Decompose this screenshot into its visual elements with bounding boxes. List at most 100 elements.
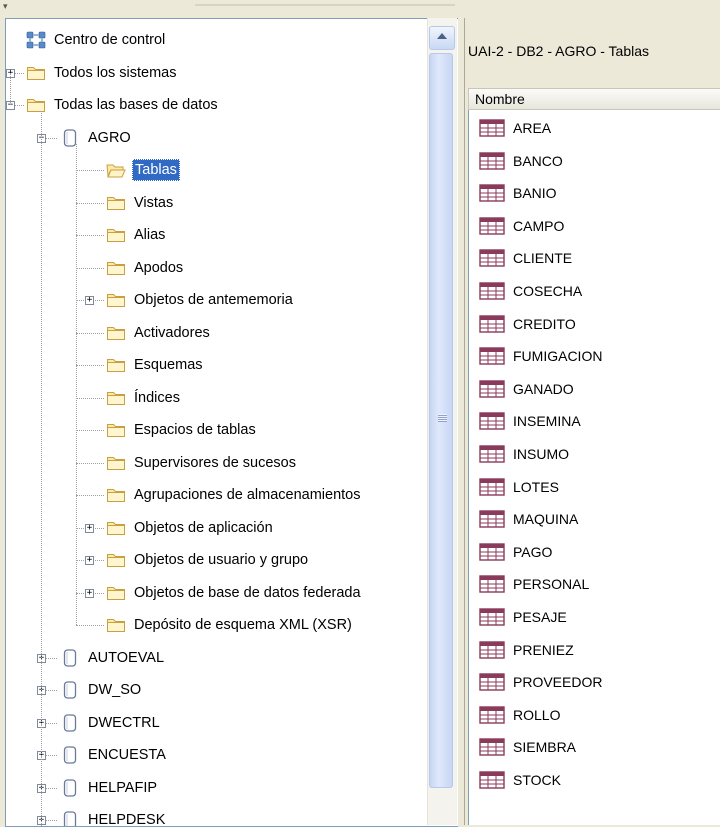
table-row[interactable]: INSUMO xyxy=(479,438,569,470)
expand-icon[interactable]: + xyxy=(85,588,94,598)
tree-node[interactable]: Tablas xyxy=(106,154,180,186)
tree-node[interactable]: Agrupaciones de almacenamientos xyxy=(106,479,363,511)
tree-node[interactable]: Todos los sistemas xyxy=(26,57,179,89)
table-row[interactable]: SIEMBRA xyxy=(479,731,576,763)
table-row[interactable]: PROVEEDOR xyxy=(479,666,602,698)
table-row[interactable]: BANIO xyxy=(479,177,557,209)
tree-node[interactable]: AUTOEVAL xyxy=(60,642,166,674)
database-icon xyxy=(60,681,86,699)
table-row[interactable]: PAGO xyxy=(479,536,552,568)
tree-node[interactable]: Depósito de esquema XML (XSR) xyxy=(106,609,354,641)
tree-scrollbar[interactable] xyxy=(427,18,457,825)
table-name: PAGO xyxy=(513,543,553,560)
tree-node[interactable]: Objetos de base de datos federada xyxy=(106,577,363,609)
tree-node[interactable]: Apodos xyxy=(106,252,185,284)
tree-node[interactable]: HELPAFIP xyxy=(60,772,159,804)
corner-mark: ▾ xyxy=(3,1,8,11)
table-row[interactable]: LOTES xyxy=(479,471,559,503)
top-divider xyxy=(195,4,455,6)
tree-node[interactable]: Supervisores de sucesos xyxy=(106,447,298,479)
table-row[interactable]: ROLLO xyxy=(479,699,560,731)
table-row[interactable]: PERSONAL xyxy=(479,568,589,600)
table-name: MAQUINA xyxy=(513,511,579,528)
expand-icon[interactable]: + xyxy=(85,523,94,533)
tree-node[interactable]: Centro de control xyxy=(26,24,167,56)
table-name: BANCO xyxy=(513,152,563,169)
table-name: INSEMINA xyxy=(513,413,581,430)
tree-node[interactable]: Todas las bases de datos xyxy=(26,89,220,121)
tree-connector xyxy=(76,495,104,496)
tree-node[interactable]: Activadores xyxy=(106,317,212,349)
tree-node-label: Supervisores de sucesos xyxy=(134,454,296,471)
table-row[interactable]: CREDITO xyxy=(479,308,576,340)
tree-node[interactable]: Vistas xyxy=(106,187,175,219)
tree-node-label: HELPDESK xyxy=(88,812,166,827)
table-icon xyxy=(479,640,513,659)
scroll-thumb[interactable] xyxy=(429,53,453,788)
table-row[interactable]: CLIENTE xyxy=(479,242,572,274)
tree-node-label: AGRO xyxy=(88,129,131,146)
object-tree[interactable]: Centro de control + Todos los sistemas − Tod… xyxy=(5,18,458,827)
table-row[interactable]: PRENIEZ xyxy=(479,634,574,666)
folder-icon xyxy=(106,389,132,407)
table-icon xyxy=(479,347,513,365)
tree-connector xyxy=(76,267,104,269)
table-icon xyxy=(479,706,513,724)
tree-node[interactable]: Objetos de aplicación xyxy=(106,512,275,544)
table-name: FUMIGACION xyxy=(513,348,603,365)
tree-connector xyxy=(76,332,104,334)
tree-node[interactable]: DWECTRL xyxy=(60,707,162,739)
table-row[interactable]: INSEMINA xyxy=(479,405,581,437)
table-name: SIEMBRA xyxy=(513,739,577,756)
folder-icon xyxy=(106,194,132,212)
table-row[interactable]: STOCK xyxy=(479,764,561,796)
table-icon xyxy=(479,575,513,594)
tree-node-label: AUTOEVAL xyxy=(88,649,165,666)
table-name: PERSONAL xyxy=(513,576,590,593)
folder-icon xyxy=(106,486,132,504)
tree-node[interactable]: Espacios de tablas xyxy=(106,414,258,446)
folder-icon xyxy=(106,259,132,277)
table-icon xyxy=(479,412,513,431)
table-row[interactable]: COSECHA xyxy=(479,275,582,307)
tree-node[interactable]: Esquemas xyxy=(106,349,205,381)
table-name: CREDITO xyxy=(513,315,576,332)
tree-node[interactable]: Objetos de antememoria xyxy=(106,284,295,316)
table-row[interactable]: FUMIGACION xyxy=(479,340,602,372)
table-row[interactable]: GANADO xyxy=(479,373,574,405)
tree-node[interactable]: Índices xyxy=(106,382,182,414)
content-panel: UAI-2 - DB2 - AGRO - Tablas Nombre AREA B… xyxy=(464,18,720,825)
table-name: CLIENTE xyxy=(513,250,573,267)
folder-icon xyxy=(26,96,52,114)
tree-node[interactable]: AGRO xyxy=(60,122,133,154)
tree-node-label: Activadores xyxy=(134,324,210,341)
table-row[interactable]: AREA xyxy=(479,112,551,144)
tree-node[interactable]: DW_SO xyxy=(60,674,143,706)
tree-node[interactable]: HELPDESK xyxy=(60,804,167,827)
tree-node[interactable]: Objetos de usuario y grupo xyxy=(106,544,310,576)
tree-node-label: HELPAFIP xyxy=(88,779,158,796)
table-row[interactable]: MAQUINA xyxy=(479,503,578,535)
tree-node-label: DWECTRL xyxy=(88,714,160,731)
table-icon xyxy=(479,282,513,300)
table-name: COSECHA xyxy=(513,283,583,299)
tree-connector xyxy=(76,235,104,236)
table-name: LOTES xyxy=(513,478,559,495)
tree-node[interactable]: Alias xyxy=(106,219,167,251)
column-header-nombre[interactable]: Nombre xyxy=(468,88,720,110)
tree-node-label: ENCUESTA xyxy=(88,747,166,763)
tree-connector xyxy=(76,170,104,171)
expand-icon[interactable]: + xyxy=(85,296,94,305)
table-list[interactable]: AREA BANCO BANIO CAMPO CLIENTE COSECHA CREDITO… xyxy=(468,110,720,825)
table-name: BANIO xyxy=(513,185,557,202)
scroll-up-button[interactable] xyxy=(429,26,455,50)
folder-icon xyxy=(26,64,52,82)
folder-icon xyxy=(106,356,132,374)
table-icon xyxy=(479,314,513,333)
tree-node-label: Tablas xyxy=(132,159,180,181)
table-row[interactable]: PESAJE xyxy=(479,601,567,633)
table-row[interactable]: CAMPO xyxy=(479,210,564,242)
expand-icon[interactable]: + xyxy=(85,556,94,565)
tree-node[interactable]: ENCUESTA xyxy=(60,739,168,771)
table-row[interactable]: BANCO xyxy=(479,145,563,177)
